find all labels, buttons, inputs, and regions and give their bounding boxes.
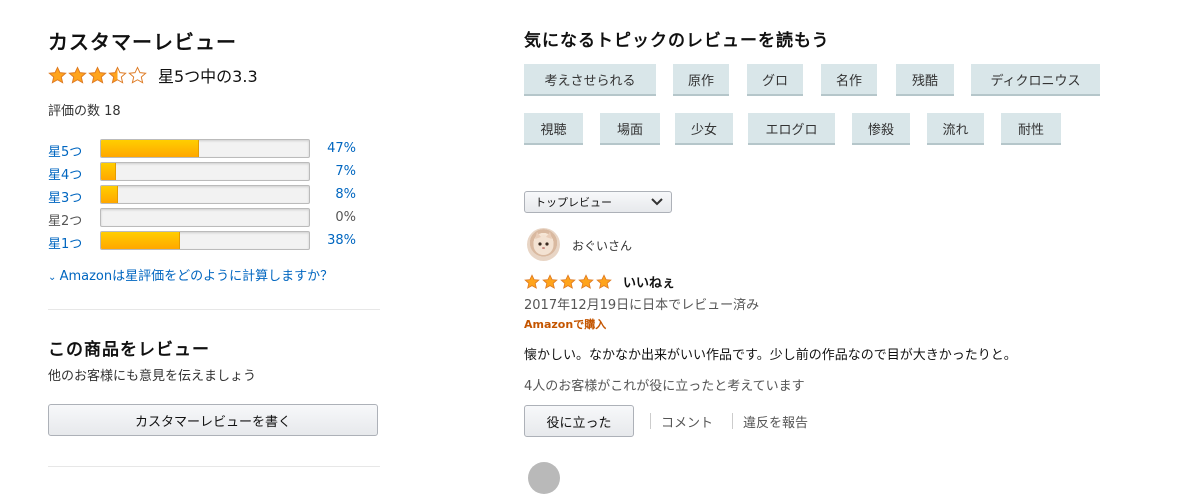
review-stars xyxy=(524,274,614,290)
histogram-star-label: 星3つ xyxy=(48,191,83,206)
star-icon xyxy=(108,65,127,84)
histogram-row: 星2つ 0% xyxy=(48,208,380,229)
topic-chip[interactable]: 視聴 xyxy=(524,113,583,145)
topics-heading: 気になるトピックのレビューを読もう xyxy=(524,31,830,51)
star-icon xyxy=(578,274,594,289)
histogram-star-label: 星4つ xyxy=(48,168,83,183)
histogram-percent: 38% xyxy=(327,233,356,248)
divider xyxy=(48,309,380,310)
topic-chip[interactable]: ディクロニウス xyxy=(971,64,1100,96)
star-icon xyxy=(48,65,67,84)
histogram-star-label: 星5つ xyxy=(48,145,83,160)
histogram-bar xyxy=(100,208,310,227)
how-ratings-calculated-link[interactable]: ⌄ Amazonは星評価をどのように計算しますか？ xyxy=(48,265,333,284)
histogram-percent: 7% xyxy=(335,164,356,179)
histogram-bar-fill xyxy=(101,232,181,249)
chevron-down-icon: ⌄ xyxy=(48,272,60,283)
average-rating-text: 星5つ中の3.3 xyxy=(158,67,258,86)
average-rating: 星5つ中の3.3 xyxy=(48,63,258,87)
histogram-row[interactable]: 星3つ 8% xyxy=(48,185,380,206)
star-icon xyxy=(128,65,147,84)
histogram-bar xyxy=(100,231,310,250)
chevron-down-icon xyxy=(651,198,663,206)
histogram-percent: 8% xyxy=(335,187,356,202)
cat-avatar-icon xyxy=(533,232,554,255)
histogram-bar-fill xyxy=(101,186,118,203)
customer-reviews-heading: カスタマーレビュー xyxy=(48,30,237,54)
divider xyxy=(650,413,651,429)
topic-chip[interactable]: 少女 xyxy=(675,113,733,145)
divider xyxy=(48,466,380,467)
verified-purchase-badge: Amazonで購入 xyxy=(524,318,607,331)
histogram-row[interactable]: 星1つ 38% xyxy=(48,231,380,252)
star-icon xyxy=(88,65,107,84)
star-icon xyxy=(560,274,576,289)
histogram-bar-fill xyxy=(101,163,116,180)
review-title[interactable]: いいねぇ xyxy=(623,272,675,291)
histogram-bar xyxy=(100,139,310,158)
review-product-subtitle: 他のお客様にも意見を伝えましょう xyxy=(48,369,257,384)
histogram-bar xyxy=(100,162,310,181)
avatar xyxy=(528,462,560,494)
write-review-button[interactable]: カスタマーレビューを書く xyxy=(48,404,378,436)
histogram-row[interactable]: 星4つ 7% xyxy=(48,162,380,183)
histogram-star-label: 星1つ xyxy=(48,237,83,252)
review-body: 懐かしい。なかなか出来がいい作品です。少し前の作品なので目が大きかったりと。 xyxy=(524,348,1017,363)
star-icon xyxy=(524,274,540,289)
topic-chip[interactable]: 惨殺 xyxy=(852,113,910,145)
topic-chip[interactable]: グロ xyxy=(747,64,803,96)
topic-chip[interactable]: 名作 xyxy=(821,64,877,96)
comment-link[interactable]: コメント xyxy=(661,412,713,431)
topic-chip[interactable]: 場面 xyxy=(600,113,660,145)
histogram-star-label: 星2つ xyxy=(48,214,83,229)
histogram-bar xyxy=(100,185,310,204)
helpful-count: 4人のお客様がこれが役に立ったと考えています xyxy=(524,379,805,394)
rating-count: 評価の数 18 xyxy=(48,104,121,119)
topic-chip[interactable]: 耐性 xyxy=(1001,113,1061,145)
topic-chip[interactable]: 残酷 xyxy=(896,64,954,96)
divider xyxy=(732,413,733,429)
sort-selected-label: トップレビュー xyxy=(535,196,612,209)
avatar xyxy=(527,228,560,261)
helpful-button[interactable]: 役に立った xyxy=(524,405,634,437)
report-abuse-link[interactable]: 違反を報告 xyxy=(743,412,808,431)
sort-select[interactable]: トップレビュー xyxy=(524,191,672,213)
reviewer-name[interactable]: おぐいさん xyxy=(572,237,632,254)
average-stars xyxy=(48,65,148,85)
histogram-percent: 47% xyxy=(327,141,356,156)
topic-chip[interactable]: 流れ xyxy=(927,113,984,145)
topic-chip[interactable]: エログロ xyxy=(748,113,835,145)
review-product-heading: この商品をレビュー xyxy=(48,340,210,360)
topic-chip[interactable]: 考えさせられる xyxy=(524,64,656,96)
review-date: 2017年12月19日に日本でレビュー済み xyxy=(524,298,760,313)
histogram-percent: 0% xyxy=(335,210,356,225)
topic-chip[interactable]: 原作 xyxy=(673,64,729,96)
star-icon xyxy=(542,274,558,289)
star-icon xyxy=(68,65,87,84)
histogram-bar-fill xyxy=(101,140,199,157)
star-icon xyxy=(596,274,612,289)
histogram-row[interactable]: 星5つ 47% xyxy=(48,139,380,160)
how-ratings-link-text: Amazonは星評価をどのように計算しますか？ xyxy=(59,269,334,284)
